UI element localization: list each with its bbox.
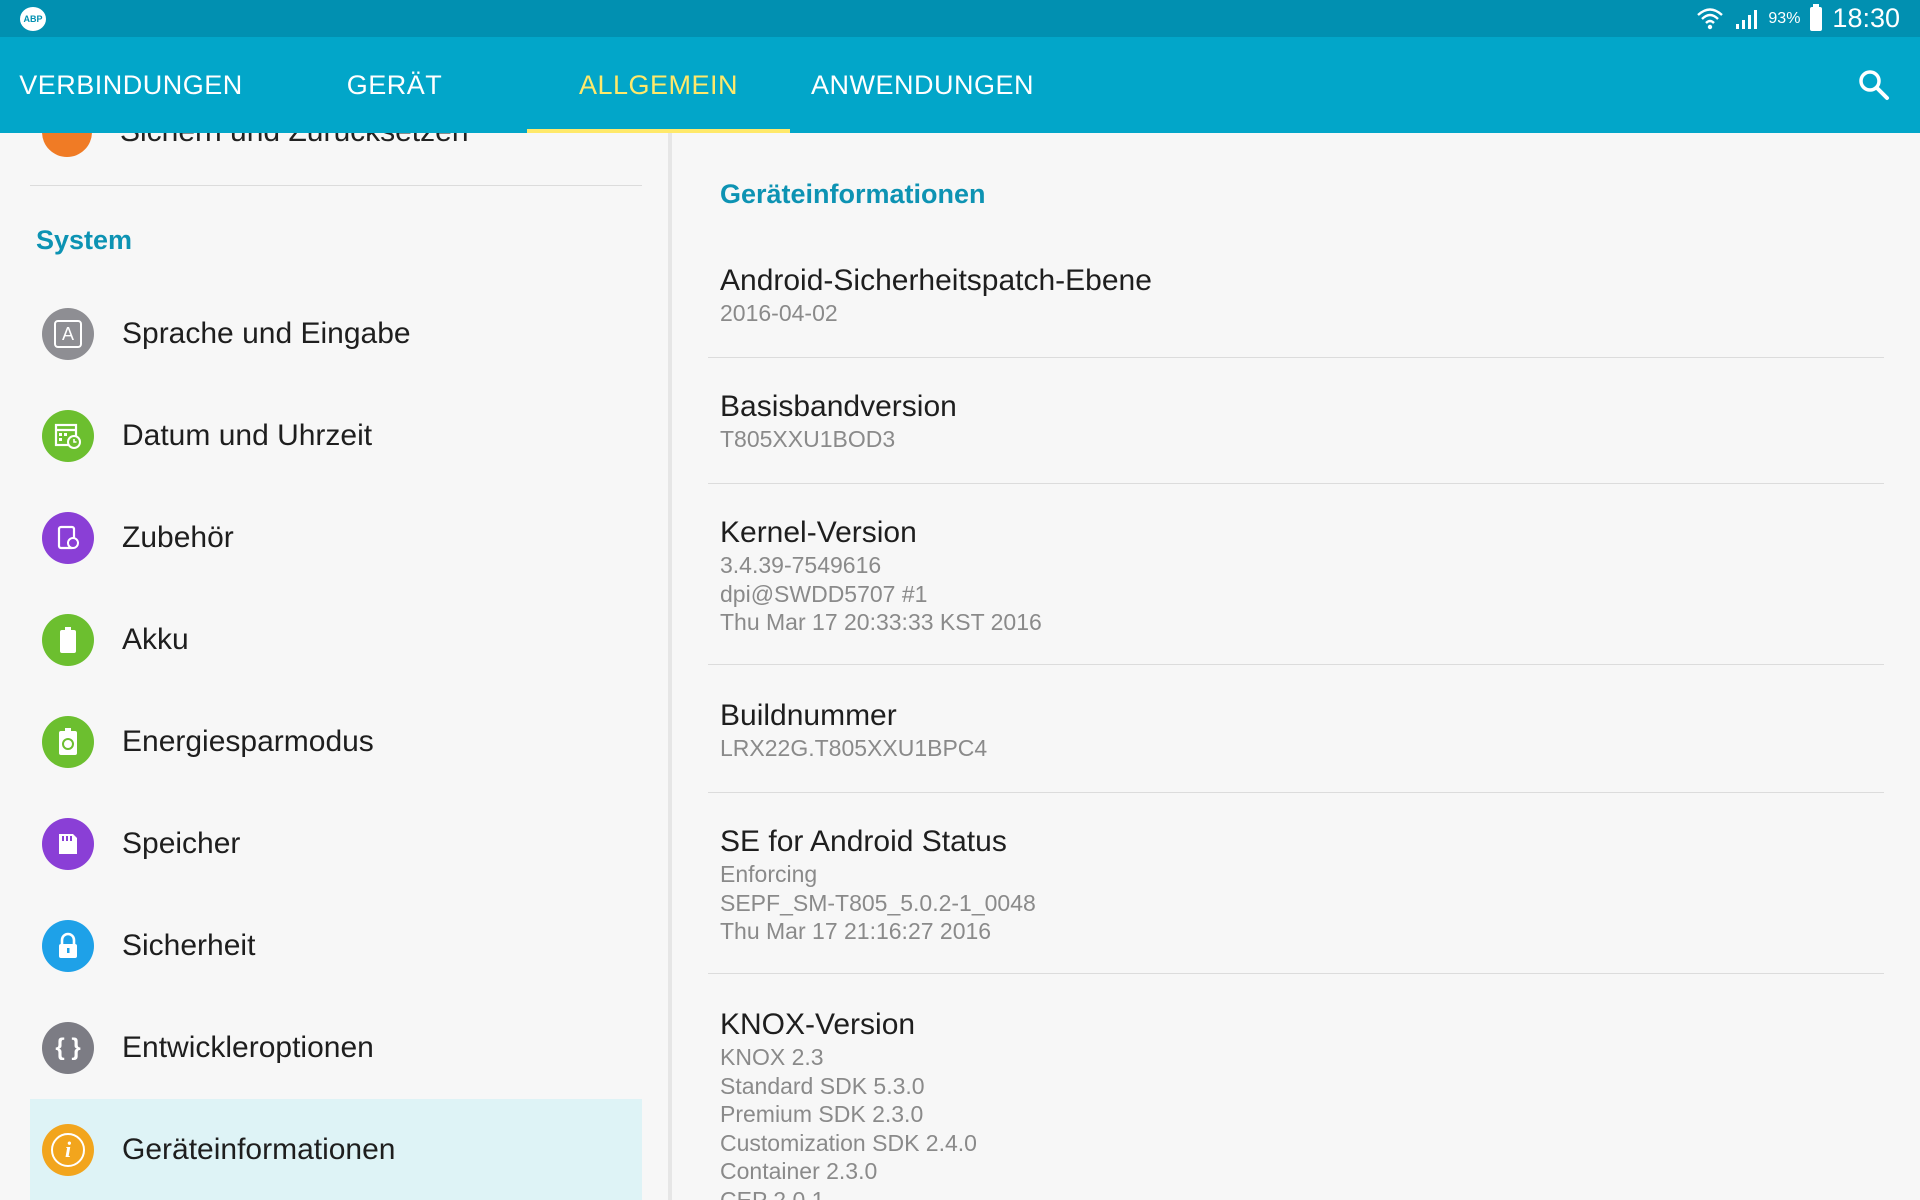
status-right: 93% 18:30: [1696, 0, 1900, 37]
battery-svg: [60, 627, 76, 653]
info-title: Basisbandversion: [720, 390, 957, 423]
info-title: Kernel-Version: [720, 516, 917, 549]
status-bar: ABP 93% 18:30: [0, 0, 1920, 37]
clock: 18:30: [1832, 3, 1900, 33]
info-title: Android-Sicherheitspatch-Ebene: [720, 264, 1152, 297]
info-value-line: CEP 2.0.1: [720, 1186, 825, 1200]
info-value-line: 2016-04-02: [720, 300, 838, 326]
info-value-line: Thu Mar 17 21:16:27 2016: [720, 918, 992, 944]
info-value: 3.4.39-7549616 dpi@SWDD5707 #1 Thu Mar 1…: [720, 551, 1884, 637]
section-title-geraeteinformationen: Geräteinformationen: [720, 179, 986, 209]
settings-menu: Sichern und Zurücksetzen System A Sprach…: [0, 133, 668, 1200]
info-value-line: Customization SDK 2.4.0: [720, 1129, 977, 1156]
tab-anwendungen[interactable]: ANWENDUNGEN: [790, 37, 1055, 133]
info-value-line: SEPF_SM-T805_5.0.2-1_0048: [720, 889, 1036, 916]
menu-item-label: Entwickleroptionen: [122, 1031, 374, 1064]
search-icon: [1859, 70, 1889, 100]
menu-item-label: Geräteinformationen: [122, 1133, 396, 1166]
info-value: KNOX 2.3 Standard SDK 5.3.0 Premium SDK …: [720, 1043, 1884, 1200]
info-knox[interactable]: KNOX-Version KNOX 2.3 Standard SDK 5.3.0…: [708, 1007, 1884, 1200]
menu-item-geraeteinformationen[interactable]: i Geräteinformationen: [30, 1099, 642, 1200]
menu-item-akku[interactable]: Akku: [30, 589, 642, 691]
info-value-line: dpi@SWDD5707 #1: [720, 580, 928, 607]
info-baseband[interactable]: Basisbandversion T805XXU1BOD3: [708, 389, 1884, 484]
calendar-clock-icon: [42, 410, 94, 462]
lock-icon: [42, 920, 94, 972]
keyboard-a-icon: A: [42, 308, 94, 360]
keyboard-glyph: A: [54, 320, 82, 348]
info-title: SE for Android Status: [720, 825, 1007, 858]
menu-item-partial[interactable]: Sichern und Zurücksetzen: [30, 133, 640, 173]
device-info-pane: Geräteinformationen Android-Sicherheitsp…: [672, 133, 1920, 1200]
info-value-line: KNOX 2.3: [720, 1044, 824, 1070]
battery-icon: [1810, 3, 1823, 31]
info-value-line: Premium SDK 2.3.0: [720, 1101, 924, 1127]
menu-item-label: Akku: [122, 623, 189, 656]
menu-item-label: Sichern und Zurücksetzen: [120, 133, 469, 149]
info-value: T805XXU1BOD3: [720, 425, 1884, 454]
menu-item-label: Sprache und Eingabe: [122, 317, 411, 350]
tab-verbindungen[interactable]: VERBINDUNGEN: [0, 37, 262, 133]
tab-bar: VERBINDUNGEN GERÄT ALLGEMEIN ANWENDUNGEN: [0, 37, 1920, 133]
info-value: 2016-04-02: [720, 299, 1884, 328]
menu-item-energiesparmodus[interactable]: Energiesparmodus: [30, 691, 642, 793]
lock-svg: [59, 932, 77, 958]
battery-percent: 93%: [1768, 9, 1801, 27]
power-saving-svg: [59, 728, 77, 755]
developer-braces-icon: { }: [42, 1022, 94, 1074]
info-value: LRX22G.T805XXU1BPC4: [720, 734, 1884, 763]
backup-icon: [42, 133, 92, 157]
calendar-svg: [54, 423, 81, 449]
braces-glyph: { }: [55, 1034, 81, 1061]
search-button[interactable]: [1856, 67, 1892, 103]
signal-icon: [1736, 9, 1758, 29]
menu-item-sicherheit[interactable]: Sicherheit: [30, 895, 642, 997]
menu-item-speicher[interactable]: Speicher: [30, 793, 642, 895]
menu-item-label: Datum und Uhrzeit: [122, 419, 373, 452]
menu-item-entwickleroptionen[interactable]: { } Entwickleroptionen: [30, 997, 642, 1099]
battery-icon: [42, 614, 94, 666]
menu-item-label: Speicher: [122, 827, 241, 860]
info-value-line: Standard SDK 5.3.0: [720, 1072, 925, 1099]
menu-item-sprache[interactable]: A Sprache und Eingabe: [30, 283, 642, 385]
abp-label: ABP: [23, 14, 43, 24]
divider: [30, 185, 642, 186]
storage-icon: [42, 818, 94, 870]
menu-item-label: Sicherheit: [122, 929, 256, 962]
info-glyph: i: [51, 1133, 85, 1167]
info-title: KNOX-Version: [720, 1008, 916, 1041]
tab-allgemein[interactable]: ALLGEMEIN: [527, 37, 790, 133]
menu-item-label: Energiesparmodus: [122, 725, 374, 758]
menu-item-datum[interactable]: Datum und Uhrzeit: [30, 385, 642, 487]
info-value-line: Enforcing: [720, 861, 818, 887]
power-saving-icon: [42, 716, 94, 768]
info-build-number[interactable]: Buildnummer LRX22G.T805XXU1BPC4: [708, 698, 1884, 793]
section-title-system: System: [36, 225, 133, 255]
info-value: Enforcing SEPF_SM-T805_5.0.2-1_0048 Thu …: [720, 860, 1884, 946]
adblock-plus-icon: ABP: [20, 7, 46, 31]
accessory-svg: [57, 525, 79, 550]
info-value-line: Container 2.3.0: [720, 1158, 878, 1184]
info-title: Buildnummer: [720, 699, 897, 732]
info-security-patch[interactable]: Android-Sicherheitspatch-Ebene 2016-04-0…: [708, 263, 1884, 358]
menu-item-zubehoer[interactable]: Zubehör: [30, 487, 642, 589]
info-value-line: T805XXU1BOD3: [720, 426, 896, 452]
wifi-icon: [1697, 7, 1724, 29]
info-value-line: LRX22G.T805XXU1BPC4: [720, 735, 988, 761]
accessory-icon: [42, 512, 94, 564]
info-se-android[interactable]: SE for Android Status Enforcing SEPF_SM-…: [708, 824, 1884, 974]
menu-item-label: Zubehör: [122, 521, 234, 554]
info-icon: i: [42, 1124, 94, 1176]
storage-svg: [59, 834, 77, 854]
info-value-line: Thu Mar 17 20:33:33 KST 2016: [720, 609, 1042, 635]
tab-geraet[interactable]: GERÄT: [262, 37, 527, 133]
info-value-line: 3.4.39-7549616: [720, 552, 882, 578]
info-kernel[interactable]: Kernel-Version 3.4.39-7549616 dpi@SWDD57…: [708, 515, 1884, 665]
